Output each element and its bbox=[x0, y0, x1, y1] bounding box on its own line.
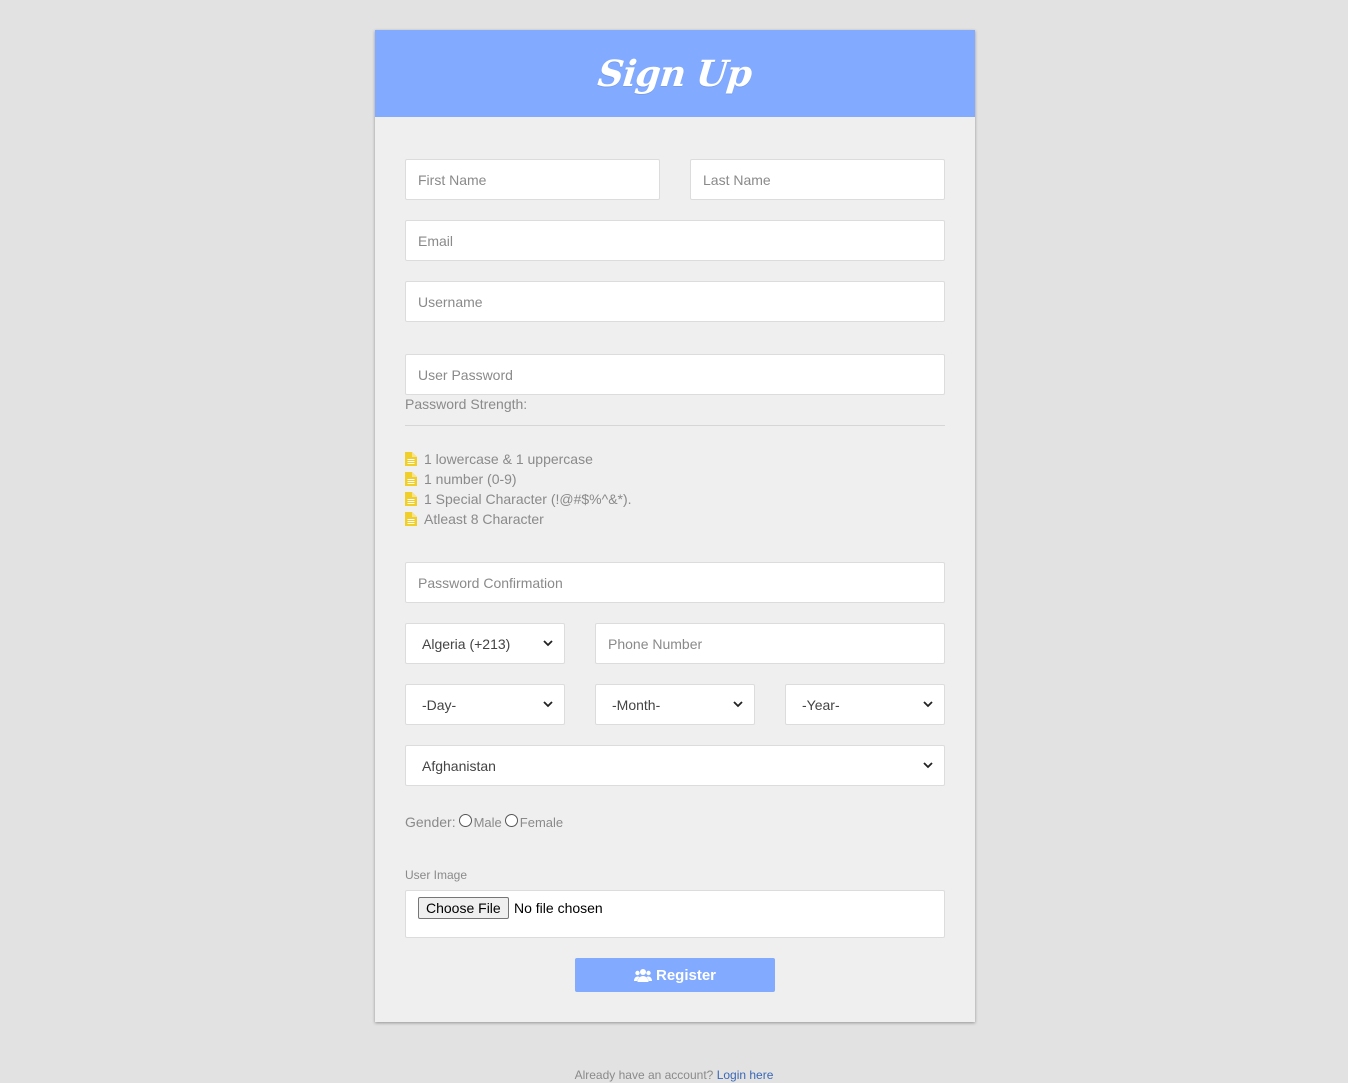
gender-male-radio[interactable] bbox=[458, 813, 472, 827]
day-select[interactable]: -Day- bbox=[405, 684, 565, 725]
country-select[interactable]: Afghanistan bbox=[405, 745, 945, 786]
password-input[interactable] bbox=[405, 354, 945, 395]
page-title: Sign Up bbox=[596, 52, 754, 95]
email-input[interactable] bbox=[405, 220, 945, 261]
users-icon bbox=[633, 969, 652, 982]
gender-female-radio[interactable] bbox=[504, 813, 518, 827]
password-strength-label: Password Strength: bbox=[405, 396, 528, 412]
file-text-icon bbox=[405, 472, 417, 486]
phone-number-input[interactable] bbox=[595, 623, 945, 664]
choose-file-button[interactable]: Choose File bbox=[418, 897, 509, 919]
chevron-down-icon bbox=[543, 640, 553, 647]
footer-prompt: Already have an account? bbox=[574, 1068, 714, 1082]
footer: Already have an account? Login here bbox=[0, 1068, 1348, 1082]
year-value: -Year- bbox=[802, 696, 840, 713]
last-name-input[interactable] bbox=[690, 159, 945, 200]
gender-female-label[interactable]: Female bbox=[520, 815, 563, 830]
password-rule-text: 1 Special Character (!@#$%^&*). bbox=[424, 491, 632, 507]
password-strength-meter bbox=[405, 425, 945, 426]
password-rule-text: 1 lowercase & 1 uppercase bbox=[424, 451, 593, 467]
chevron-down-icon bbox=[923, 701, 933, 708]
country-code-value: Algeria (+213) bbox=[422, 635, 511, 652]
password-rule-text: 1 number (0-9) bbox=[424, 471, 517, 487]
month-value: -Month- bbox=[612, 696, 661, 713]
gender-male-label[interactable]: Male bbox=[474, 815, 502, 830]
file-text-icon bbox=[405, 452, 417, 466]
chevron-down-icon bbox=[543, 701, 553, 708]
register-button[interactable]: Register bbox=[575, 958, 775, 992]
password-rule-item: Atleast 8 Character bbox=[405, 509, 544, 529]
chevron-down-icon bbox=[733, 701, 743, 708]
first-name-input[interactable] bbox=[405, 159, 660, 200]
login-link[interactable]: Login here bbox=[717, 1068, 774, 1082]
day-value: -Day- bbox=[422, 696, 457, 713]
file-text-icon bbox=[405, 492, 417, 506]
user-image-field: Choose File No file chosen bbox=[405, 890, 945, 938]
username-input[interactable] bbox=[405, 281, 945, 322]
signup-card: Sign Up Password Strength: 1 lowercase &… bbox=[375, 30, 975, 1022]
register-label: Register bbox=[655, 966, 717, 984]
user-image-label: User Image bbox=[405, 868, 468, 882]
password-rule-item: 1 number (0-9) bbox=[405, 469, 517, 489]
card-header: Sign Up bbox=[375, 30, 975, 117]
country-code-select[interactable]: Algeria (+213) bbox=[405, 623, 565, 664]
password-rule-item: 1 lowercase & 1 uppercase bbox=[405, 449, 593, 469]
year-select[interactable]: -Year- bbox=[785, 684, 945, 725]
chevron-down-icon bbox=[923, 762, 933, 769]
country-value: Afghanistan bbox=[422, 757, 496, 774]
password-rule-item: 1 Special Character (!@#$%^&*). bbox=[405, 489, 632, 509]
password-rule-text: Atleast 8 Character bbox=[424, 511, 544, 527]
password-confirmation-input[interactable] bbox=[405, 562, 945, 603]
gender-group: Gender: Male Female bbox=[405, 813, 563, 830]
gender-label: Gender: bbox=[405, 814, 456, 830]
file-text-icon bbox=[405, 512, 417, 526]
month-select[interactable]: -Month- bbox=[595, 684, 755, 725]
file-status-text: No file chosen bbox=[514, 900, 603, 916]
